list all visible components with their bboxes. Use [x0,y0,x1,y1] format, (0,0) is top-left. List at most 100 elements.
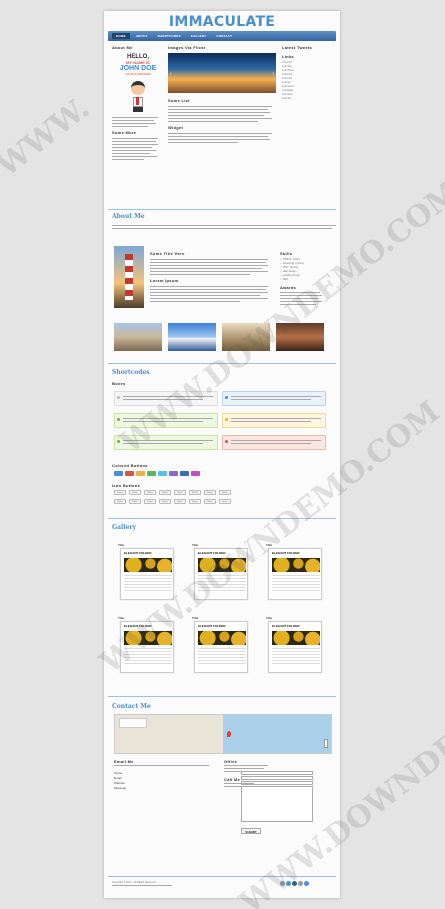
email-field[interactable] [241,776,313,780]
sidebar-link[interactable]: Link Ten [282,97,334,101]
thumb-temple[interactable] [222,323,270,351]
icon-button[interactable]: Button [144,490,156,495]
colored-buttons-heading: Colored Buttons [112,463,148,468]
gallery-card-image [124,558,172,572]
skills-list: ✓ HTML5 / CSS3 ✓ JavaScript / jQuery ✓ PHP… [280,258,334,282]
gallery-card-title: ELEGANT FOLDER [272,551,300,555]
colored-button[interactable] [180,471,189,476]
message-label: Message [114,786,127,790]
thumb-santorini[interactable] [168,323,216,351]
colored-button[interactable] [191,471,200,476]
copyright: Copyright © 2013 - All Rights Reserved [112,881,156,884]
gallery-card-title: ELEGANT FOLDER [198,551,226,555]
colored-button[interactable] [169,471,178,476]
about-section-heading: About Me [112,213,145,220]
about-content: Some Title Here Lorem Ipsum [150,251,270,304]
nav-gallery[interactable]: Gallery [187,33,211,39]
linkedin-icon[interactable] [304,881,309,886]
alert-neutral [114,391,218,406]
icon-button[interactable]: Button [204,499,216,504]
alert-info [222,391,326,406]
icon-button[interactable]: Button [219,490,231,495]
gallery-card[interactable]: ELEGANT FOLDER [194,548,248,600]
site-logo[interactable]: IMMACULATE [104,14,340,30]
twitter-icon[interactable] [286,881,291,886]
alert-success [114,413,218,428]
icon-button[interactable]: Button [159,499,171,504]
gallery-card[interactable]: ELEGANT FOLDER [194,621,248,673]
watermark-1: WWW. [0,90,97,185]
nav-contact[interactable]: Contact [212,33,236,39]
right-sidebar: Latest Tweets Links Link One Link Two Link… [282,45,334,101]
gallery-card-label: Title [118,543,125,547]
colored-button[interactable] [158,471,167,476]
lorem-heading: Lorem Ipsum [150,278,179,283]
gallery-card[interactable]: ELEGANT FOLDER [120,621,174,673]
icon-button[interactable]: Button [129,499,141,504]
colored-buttons-row [114,471,314,477]
links-list: Link One Link Two Link Three Link Four Link … [282,61,334,101]
boxes-heading: Boxes [112,381,126,386]
icon-button[interactable]: Button [144,499,156,504]
googleplus-icon[interactable] [298,881,303,886]
map-pin-icon[interactable] [227,731,231,737]
gallery-card[interactable]: ELEGANT FOLDER [268,621,322,673]
gallery-card[interactable]: ELEGANT FOLDER [268,548,322,600]
icon-button[interactable]: Button [204,490,216,495]
gallery-card-title: ELEGANT FOLDER [124,624,152,628]
next-arrow-icon[interactable]: › [272,71,274,77]
icon-buttons-row-2: Button Button Button Button Button Button Butt… [114,499,336,504]
thumb-ruins[interactable] [114,323,162,351]
icon-buttons-row-1: Button Button Button Button Button Button Butt… [114,490,336,495]
icon-buttons-heading: Icon Buttons [112,483,141,488]
gallery-card-image [198,558,246,572]
flickr-slideshow[interactable]: ‹ › [168,53,276,93]
submit-button[interactable]: SUBMIT [241,828,261,834]
social-icons [279,881,309,887]
prev-arrow-icon[interactable]: ‹ [170,71,172,77]
map-zoom-control[interactable] [324,739,328,748]
colored-button[interactable] [125,471,134,476]
call-me-heading: Call Me [224,777,241,782]
colored-button[interactable] [136,471,145,476]
main-nav: Home About Shortcodes Gallery Contact [108,31,336,41]
left-sidebar: About Me HELLO, MY NAME IS JOHN DOE GRAP… [112,45,164,162]
alert-error [222,435,326,450]
icon-button[interactable]: Button [219,499,231,504]
nav-shortcodes[interactable]: Shortcodes [153,33,184,39]
latest-tweets-heading: Latest Tweets [282,45,313,50]
rss-icon[interactable] [280,881,285,886]
message-textarea[interactable] [241,786,313,822]
lighthouse-image [114,246,144,308]
gallery-card-title: ELEGANT FOLDER [124,551,152,555]
nav-about[interactable]: About [132,33,152,39]
contact-form-labels: Name Email Website Message [114,771,144,791]
center-column: Images Via Flickr ‹ › Some List Widget [168,45,276,145]
page: IMMACULATE Home About Shortcodes Gallery… [104,11,340,898]
icon-button[interactable]: Button [114,499,126,504]
gallery-card-image [272,631,320,645]
icon-button[interactable]: Button [129,490,141,495]
facebook-icon[interactable] [292,881,297,886]
gallery-card[interactable]: ELEGANT FOLDER [120,548,174,600]
alert-success-2 [114,435,218,450]
colored-button[interactable] [114,471,123,476]
icon-button[interactable]: Button [189,490,201,495]
gallery-card-title: ELEGANT FOLDER [272,624,300,628]
icon-button[interactable]: Button [114,490,126,495]
colored-button[interactable] [147,471,156,476]
widget-heading: Widget [168,125,184,130]
shortcodes-heading: Shortcodes [112,369,150,376]
icon-button[interactable]: Button [159,490,171,495]
email-me-heading: Email Me [114,759,134,764]
thumb-rocks[interactable] [276,323,324,351]
icon-button[interactable]: Button [189,499,201,504]
google-map[interactable] [114,714,332,754]
icon-button[interactable]: Button [174,490,186,495]
some-list-heading: Some List [168,98,190,103]
gallery-card-label: Title [118,616,125,620]
nav-home[interactable]: Home [112,33,130,39]
links-heading: Links [282,54,294,59]
gallery-heading: Gallery [112,524,137,531]
icon-button[interactable]: Button [174,499,186,504]
